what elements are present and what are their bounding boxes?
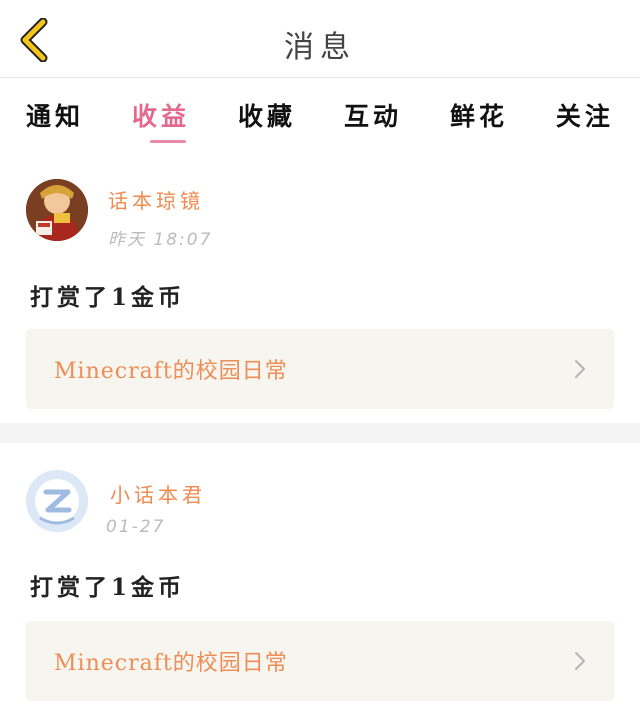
chevron-right-icon	[575, 360, 585, 378]
tab-favorites[interactable]: 收藏	[238, 79, 296, 151]
avatar[interactable]	[26, 470, 88, 532]
work-link[interactable]: Minecraft的校园日常	[26, 329, 614, 409]
avatar-image	[26, 179, 88, 241]
page-title: 消息	[284, 30, 356, 65]
message-text: 打赏了1金币	[30, 574, 186, 601]
tab-flowers[interactable]: 鲜花	[450, 79, 508, 151]
tab-notifications[interactable]: 通知	[26, 79, 84, 151]
chevron-right-icon	[575, 652, 585, 670]
tab-earnings-label: 收益	[131, 102, 190, 131]
tab-bar: 通知 收益 收藏 互动 鲜花 关注	[0, 79, 640, 151]
message-item: 话本琼镜 昨天 18:07 打赏了1金币 Minecraft的校园日常	[0, 151, 640, 423]
work-title: Minecraft的校园日常	[54, 651, 288, 676]
work-title: Minecraft的校园日常	[54, 359, 288, 384]
work-link[interactable]: Minecraft的校园日常	[26, 621, 614, 701]
tab-follows[interactable]: 关注	[556, 79, 614, 151]
top-bar: 消息	[0, 0, 640, 78]
tab-interactions[interactable]: 互动	[344, 79, 402, 151]
active-tab-indicator	[149, 140, 186, 143]
message-item: 小话本君 01-27 打赏了1金币 Minecraft的校园日常	[0, 443, 640, 719]
tab-earnings[interactable]: 收益	[132, 79, 190, 151]
avatar[interactable]	[26, 179, 88, 241]
username[interactable]: 话本琼镜	[108, 185, 204, 214]
timestamp: 昨天 18:07	[108, 230, 213, 250]
message-text: 打赏了1金币	[30, 284, 186, 311]
default-avatar-icon	[26, 470, 88, 532]
timestamp: 01-27	[106, 517, 166, 537]
username[interactable]: 小话本君	[110, 479, 206, 508]
section-divider	[0, 423, 640, 443]
